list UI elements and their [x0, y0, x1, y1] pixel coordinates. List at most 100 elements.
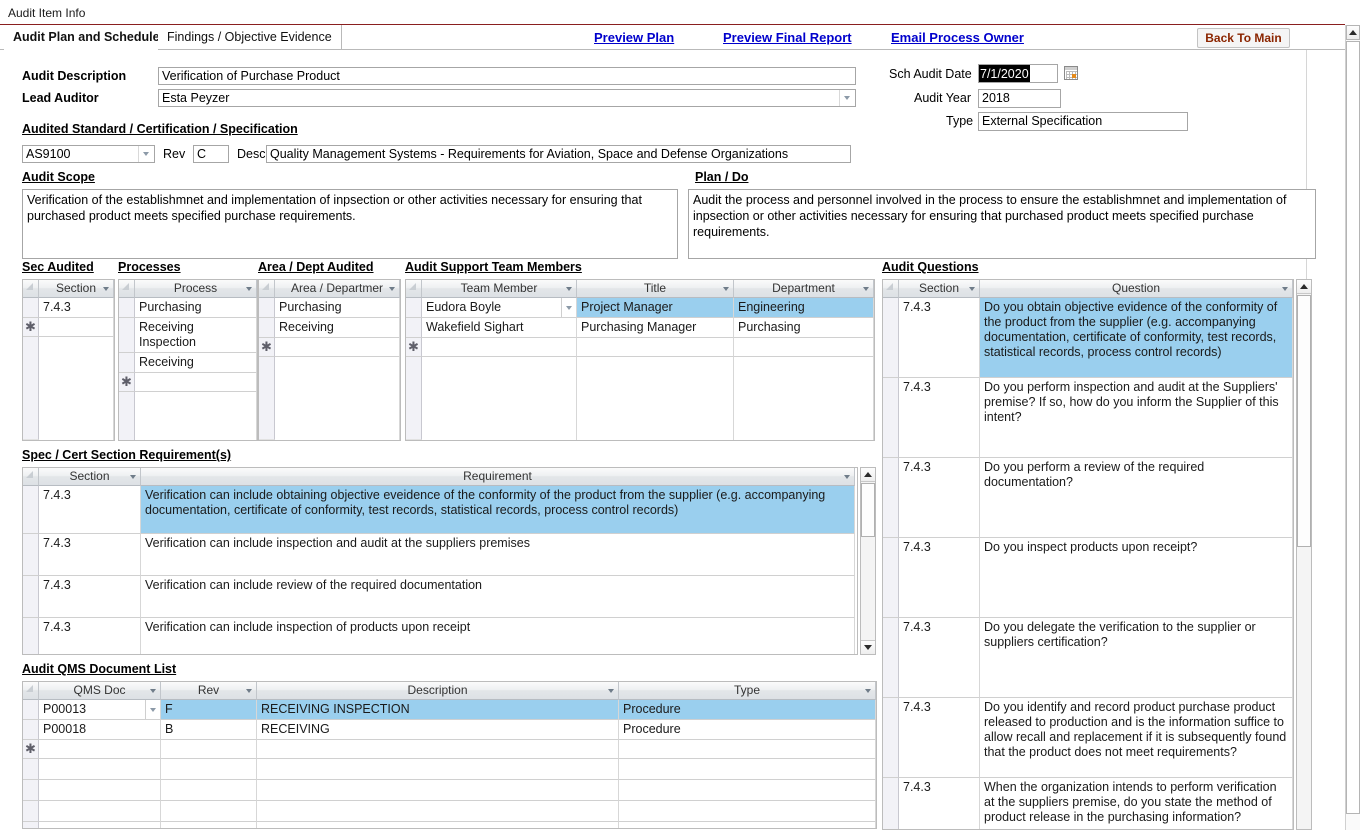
cell-process[interactable]: Receiving	[135, 353, 257, 373]
rev-input[interactable]: C	[193, 145, 229, 163]
cell-section[interactable]: 7.4.3	[899, 778, 980, 830]
table-row[interactable]: 7.4.3 Verification can include review of…	[23, 576, 857, 618]
cell-department[interactable]: Engineering	[734, 298, 874, 318]
sec-audited-grid[interactable]: Section 7.4.3 ✱	[22, 279, 115, 441]
cell-question[interactable]: Do you perform inspection and audit at t…	[980, 378, 1293, 458]
row-selector[interactable]	[23, 298, 39, 318]
audit-description-input[interactable]: Verification of Purchase Product	[158, 67, 856, 85]
tab-findings-objective-evidence[interactable]: Findings / Objective Evidence	[158, 25, 342, 50]
cell-question[interactable]: Do you inspect products upon receipt?	[980, 538, 1293, 618]
qms-docs-grid[interactable]: QMS Doc Rev Description Type P00013 F RE…	[22, 681, 877, 829]
table-row[interactable]: Wakefield Sighart Purchasing Manager Pur…	[406, 318, 874, 338]
cell-qms-doc[interactable]: P00013	[39, 700, 161, 720]
cell-department[interactable]: Purchasing	[734, 318, 874, 338]
page-scrollbar[interactable]	[1345, 25, 1360, 830]
table-row[interactable]: 7.4.3 Verification can include inspectio…	[23, 618, 857, 655]
plan-do-textarea[interactable]: Audit the process and personnel involved…	[688, 189, 1316, 259]
table-row[interactable]: 7.4.3	[23, 298, 114, 318]
cell-description[interactable]: RECEIVING	[257, 720, 619, 740]
audit-questions-scrollbar[interactable]	[1296, 279, 1312, 830]
audit-questions-grid[interactable]: Section Question 7.4.3 Do you obtain obj…	[882, 279, 1294, 830]
cell-team-member[interactable]: Eudora Boyle	[422, 298, 577, 318]
cell-section[interactable]: 7.4.3	[39, 534, 141, 576]
standard-combo[interactable]: AS9100	[22, 145, 155, 163]
new-row[interactable]: ✱	[23, 740, 876, 759]
cell-requirement[interactable]: Verification can include inspection and …	[141, 534, 855, 576]
table-row[interactable]: Eudora Boyle Project Manager Engineering	[406, 298, 874, 318]
new-row[interactable]: ✱	[406, 338, 874, 357]
cell-rev[interactable]: F	[161, 700, 257, 720]
type-input[interactable]: External Specification	[978, 112, 1188, 131]
requirements-grid[interactable]: Section Requirement 7.4.3 Verification c…	[22, 467, 858, 655]
cell-section[interactable]: 7.4.3	[39, 618, 141, 655]
scroll-thumb[interactable]	[1297, 295, 1311, 547]
preview-final-report-link[interactable]: Preview Final Report	[723, 30, 852, 45]
table-row[interactable]: Purchasing	[119, 298, 257, 318]
new-row-marker[interactable]: ✱	[23, 740, 39, 759]
support-team-grid[interactable]: Team Member Title Department Eudora Boyl…	[405, 279, 875, 441]
cell-description[interactable]: RECEIVING INSPECTION	[257, 700, 619, 720]
column-header-process[interactable]: Process	[135, 280, 257, 298]
table-row[interactable]: Receiving	[119, 353, 257, 373]
cell-requirement[interactable]: Verification can include inspection of p…	[141, 618, 855, 655]
new-row[interactable]: ✱	[119, 373, 257, 392]
cell-section[interactable]: 7.4.3	[899, 698, 980, 778]
page-scroll-up-button[interactable]	[1346, 25, 1360, 40]
cell-rev[interactable]: B	[161, 720, 257, 740]
new-row-marker[interactable]: ✱	[119, 373, 135, 392]
cell-process[interactable]: Receiving Inspection	[135, 318, 257, 353]
email-process-owner-link[interactable]: Email Process Owner	[891, 30, 1024, 45]
scroll-up-button[interactable]	[1297, 280, 1311, 294]
column-header-area[interactable]: Area / Departmer	[275, 280, 400, 298]
cell-requirement[interactable]: Verification can include obtaining objec…	[141, 486, 855, 534]
area-dept-grid[interactable]: Area / Departmer Purchasing Receiving ✱	[258, 279, 401, 441]
column-header-rev[interactable]: Rev	[161, 682, 257, 700]
cell-title[interactable]: Project Manager	[577, 298, 734, 318]
cell-question[interactable]: When the organization intends to perform…	[980, 778, 1293, 830]
column-header-qms-doc[interactable]: QMS Doc	[39, 682, 161, 700]
chevron-down-icon[interactable]	[839, 90, 855, 106]
scroll-thumb[interactable]	[861, 483, 875, 537]
table-row[interactable]: 7.4.3 Verification can include inspectio…	[23, 534, 857, 576]
new-row-marker[interactable]: ✱	[23, 318, 39, 337]
chevron-down-icon[interactable]	[138, 146, 154, 162]
column-header-section[interactable]: Section	[39, 468, 141, 486]
page-scroll-thumb[interactable]	[1346, 41, 1360, 814]
cell-area[interactable]: Purchasing	[275, 298, 400, 318]
table-row[interactable]: 7.4.3 Do you obtain objective evidence o…	[883, 298, 1293, 378]
back-to-main-button[interactable]: Back To Main	[1197, 28, 1290, 48]
table-row[interactable]: 7.4.3 Do you perform inspection and audi…	[883, 378, 1293, 458]
new-row[interactable]: ✱	[23, 318, 114, 337]
audit-year-input[interactable]: 2018	[978, 89, 1061, 108]
table-row[interactable]: Receiving Inspection	[119, 318, 257, 353]
cell-area[interactable]: Receiving	[275, 318, 400, 338]
column-header-team-member[interactable]: Team Member	[422, 280, 577, 298]
cell-section[interactable]: 7.4.3	[39, 486, 141, 534]
cell-section[interactable]: 7.4.3	[899, 618, 980, 698]
table-row[interactable]: 7.4.3 Do you perform a review of the req…	[883, 458, 1293, 538]
cell-section[interactable]: 7.4.3	[39, 298, 114, 318]
column-header-type[interactable]: Type	[619, 682, 876, 700]
new-row[interactable]: ✱	[259, 338, 400, 357]
scroll-down-button[interactable]	[861, 640, 875, 654]
column-header-section[interactable]: Section	[899, 280, 980, 298]
cell-question[interactable]: Do you identify and record product purch…	[980, 698, 1293, 778]
requirements-scrollbar[interactable]	[860, 467, 876, 655]
cell-section[interactable]: 7.4.3	[899, 298, 980, 378]
scroll-up-button[interactable]	[861, 468, 875, 482]
cell-section-new[interactable]	[39, 318, 114, 337]
processes-grid[interactable]: Process Purchasing Receiving Inspection …	[118, 279, 258, 441]
desc-input[interactable]: Quality Management Systems - Requirement…	[266, 145, 851, 163]
table-row[interactable]: 7.4.3 Verification can include obtaining…	[23, 486, 857, 534]
cell-question[interactable]: Do you delegate the verification to the …	[980, 618, 1293, 698]
cell-type[interactable]: Procedure	[619, 700, 876, 720]
calendar-icon[interactable]	[1064, 66, 1078, 80]
lead-auditor-combo[interactable]: Esta Peyzer	[158, 89, 856, 107]
audit-scope-textarea[interactable]: Verification of the establishmnet and im…	[22, 189, 678, 259]
column-header-section[interactable]: Section	[39, 280, 114, 298]
cell-section[interactable]: 7.4.3	[899, 378, 980, 458]
table-row[interactable]: P00013 F RECEIVING INSPECTION Procedure	[23, 700, 876, 720]
chevron-down-icon[interactable]	[561, 298, 576, 317]
column-header-question[interactable]: Question	[980, 280, 1293, 298]
table-row[interactable]: P00018 B RECEIVING Procedure	[23, 720, 876, 740]
